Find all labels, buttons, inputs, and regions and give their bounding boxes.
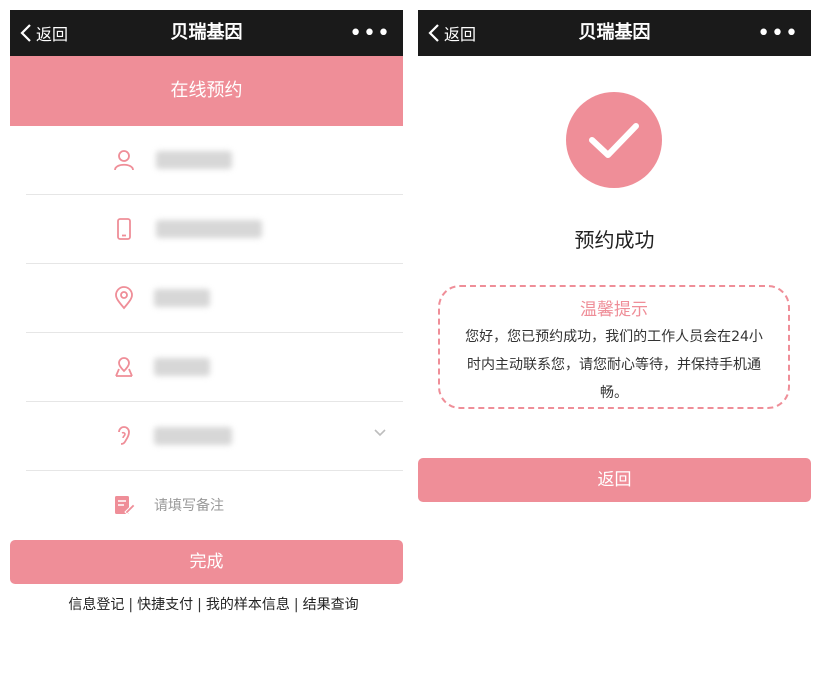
hearing-select[interactable]	[26, 402, 403, 471]
phone-input-value	[156, 220, 262, 238]
page-title: 贝瑞基因	[170, 22, 243, 43]
chevron-left-icon	[20, 24, 31, 42]
hearing-select-value	[154, 427, 232, 445]
navbar: 返回 贝瑞基因 •••	[418, 10, 811, 56]
ear-icon	[118, 426, 130, 445]
note-placeholder: 请填写备注	[154, 498, 224, 514]
footer-links: 信息登记 | 快捷支付 | 我的样本信息 | 结果查询	[10, 594, 403, 614]
footer-link-sample[interactable]: 我的样本信息	[206, 597, 290, 613]
location-field[interactable]	[26, 264, 403, 333]
success-title: 预约成功	[574, 228, 655, 252]
footer-link-payment[interactable]: 快捷支付	[137, 597, 193, 613]
booking-form-screen: 返回 贝瑞基因 ••• 在线预约 请填写备注 完成 信息登记 | 快捷支付 | …	[10, 10, 403, 694]
more-menu-icon[interactable]: •••	[757, 10, 799, 56]
chevron-left-icon	[428, 24, 439, 42]
back-button[interactable]: 返回	[20, 10, 68, 56]
note-icon	[115, 496, 136, 515]
user-icon	[114, 150, 134, 171]
address-field[interactable]	[26, 333, 403, 402]
back-label: 返回	[36, 25, 69, 44]
location-pin-icon	[115, 286, 133, 310]
footer-separator: |	[197, 597, 202, 613]
booking-form: 请填写备注	[10, 126, 403, 539]
footer-separator: |	[293, 597, 299, 613]
name-field[interactable]	[26, 126, 403, 195]
chevron-down-icon	[374, 429, 386, 437]
footer-link-register[interactable]: 信息登记	[68, 597, 124, 613]
tip-box: 温馨提示 您好，您已预约成功，我们的工作人员会在24小时内主动联系您，请您耐心等…	[438, 285, 790, 409]
back-button[interactable]: 返回	[428, 10, 476, 56]
more-menu-icon[interactable]: •••	[349, 10, 391, 56]
navbar: 返回 贝瑞基因 •••	[10, 10, 403, 56]
success-check-icon	[566, 92, 662, 188]
address-input-value	[154, 358, 210, 376]
note-field[interactable]: 请填写备注	[26, 471, 403, 539]
phone-field[interactable]	[26, 195, 403, 264]
done-button[interactable]: 完成	[10, 540, 403, 584]
tip-body: 您好，您已预约成功，我们的工作人员会在24小时内主动联系您，请您耐心等待，并保持…	[465, 329, 763, 401]
name-input-value	[156, 151, 232, 169]
tip-title: 温馨提示	[580, 300, 648, 320]
page-title: 贝瑞基因	[578, 22, 651, 43]
return-button[interactable]: 返回	[418, 458, 811, 502]
booking-success-screen: 返回 贝瑞基因 ••• 预约成功 温馨提示 您好，您已预约成功，我们的工作人员会…	[418, 10, 811, 694]
phone-icon	[117, 218, 131, 240]
address-icon	[115, 357, 133, 377]
section-banner: 在线预约	[10, 56, 403, 126]
back-label: 返回	[444, 25, 477, 44]
location-input-value	[154, 289, 210, 307]
footer-separator: |	[128, 597, 134, 613]
footer-link-results[interactable]: 结果查询	[303, 597, 359, 613]
